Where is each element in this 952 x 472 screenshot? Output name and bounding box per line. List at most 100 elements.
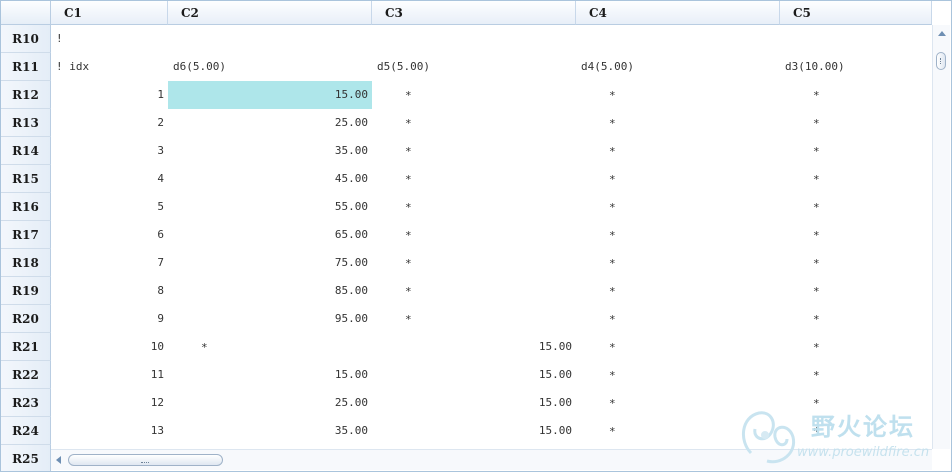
cell-r22-c4[interactable] <box>576 361 780 389</box>
cell-r12-c3[interactable] <box>372 81 576 109</box>
cell-r16-c1[interactable]: 5 <box>51 193 168 221</box>
cell-r24-c5[interactable] <box>780 417 932 445</box>
cell-r17-c4[interactable] <box>576 221 780 249</box>
cell-r11-c4[interactable]: d4(5.00) <box>576 53 780 81</box>
cell-r14-c4[interactable] <box>576 137 780 165</box>
row-header-r21[interactable]: R21 <box>1 333 51 361</box>
cell-r18-c5[interactable] <box>780 249 932 277</box>
cell-r13-c3[interactable] <box>372 109 576 137</box>
cell-r18-c4[interactable] <box>576 249 780 277</box>
cell-r21-c4[interactable] <box>576 333 780 361</box>
cell-r21-c5[interactable] <box>780 333 932 361</box>
cell-r10-c5[interactable] <box>780 25 932 53</box>
cell-r17-c5[interactable] <box>780 221 932 249</box>
row-header-r24[interactable]: R24 <box>1 417 51 445</box>
cell-r24-c2[interactable]: 35.00 <box>168 417 372 445</box>
cell-r22-c3[interactable]: 15.00 <box>372 361 576 389</box>
cell-r13-c1[interactable]: 2 <box>51 109 168 137</box>
cell-r16-c3[interactable] <box>372 193 576 221</box>
cell-r22-c5[interactable] <box>780 361 932 389</box>
cell-r12-c4[interactable] <box>576 81 780 109</box>
row-header-r22[interactable]: R22 <box>1 361 51 389</box>
cell-r12-c2[interactable]: 15.00 <box>168 81 372 109</box>
row-header-r16[interactable]: R16 <box>1 193 51 221</box>
cell-r16-c5[interactable] <box>780 193 932 221</box>
cell-r11-c5[interactable]: d3(10.00) <box>780 53 932 81</box>
cell-r13-c4[interactable] <box>576 109 780 137</box>
cell-r10-c4[interactable] <box>576 25 780 53</box>
vertical-scroll-thumb[interactable] <box>936 52 946 70</box>
horizontal-scroll-thumb[interactable] <box>68 454 223 466</box>
cell-r19-c4[interactable] <box>576 277 780 305</box>
cell-r22-c1[interactable]: 11 <box>51 361 168 389</box>
cell-r12-c1[interactable]: 1 <box>51 81 168 109</box>
scroll-up-arrow-icon[interactable] <box>938 31 946 36</box>
cell-r13-c5[interactable] <box>780 109 932 137</box>
row-header-r19[interactable]: R19 <box>1 277 51 305</box>
cell-r11-c3[interactable]: d5(5.00) <box>372 53 576 81</box>
cell-r20-c5[interactable] <box>780 305 932 333</box>
corner-cell[interactable] <box>1 1 51 25</box>
cell-r17-c2[interactable]: 65.00 <box>168 221 372 249</box>
cell-r11-c2[interactable]: d6(5.00) <box>168 53 372 81</box>
cell-r19-c5[interactable] <box>780 277 932 305</box>
column-header-c3[interactable]: C3 <box>372 1 576 25</box>
cell-r18-c2[interactable]: 75.00 <box>168 249 372 277</box>
cell-r19-c3[interactable] <box>372 277 576 305</box>
cell-r15-c1[interactable]: 4 <box>51 165 168 193</box>
cell-r17-c3[interactable] <box>372 221 576 249</box>
cell-r24-c4[interactable] <box>576 417 780 445</box>
horizontal-scrollbar[interactable] <box>51 449 932 470</box>
cell-r20-c4[interactable] <box>576 305 780 333</box>
cell-r14-c2[interactable]: 35.00 <box>168 137 372 165</box>
cell-r23-c2[interactable]: 25.00 <box>168 389 372 417</box>
column-header-c5[interactable]: C5 <box>780 1 932 25</box>
cell-r10-c2[interactable] <box>168 25 372 53</box>
cell-r20-c1[interactable]: 9 <box>51 305 168 333</box>
cell-r21-c3[interactable]: 15.00 <box>372 333 576 361</box>
cell-r11-c1[interactable]: ! idx <box>51 53 168 81</box>
scroll-left-arrow-icon[interactable] <box>56 456 61 464</box>
cell-r19-c1[interactable]: 8 <box>51 277 168 305</box>
cell-r24-c3[interactable]: 15.00 <box>372 417 576 445</box>
vertical-scrollbar[interactable] <box>932 25 950 449</box>
cell-r12-c5[interactable] <box>780 81 932 109</box>
cell-r20-c2[interactable]: 95.00 <box>168 305 372 333</box>
cell-r10-c3[interactable] <box>372 25 576 53</box>
cell-r22-c2[interactable]: 15.00 <box>168 361 372 389</box>
cell-r17-c1[interactable]: 6 <box>51 221 168 249</box>
row-header-r12[interactable]: R12 <box>1 81 51 109</box>
cell-r21-c1[interactable]: 10 <box>51 333 168 361</box>
column-header-c4[interactable]: C4 <box>576 1 780 25</box>
cell-r18-c3[interactable] <box>372 249 576 277</box>
cell-r13-c2[interactable]: 25.00 <box>168 109 372 137</box>
cell-r15-c5[interactable] <box>780 165 932 193</box>
cell-r14-c5[interactable] <box>780 137 932 165</box>
cell-r16-c4[interactable] <box>576 193 780 221</box>
row-header-r14[interactable]: R14 <box>1 137 51 165</box>
row-header-r11[interactable]: R11 <box>1 53 51 81</box>
cell-r21-c2[interactable] <box>168 333 372 361</box>
cell-r15-c2[interactable]: 45.00 <box>168 165 372 193</box>
row-header-r20[interactable]: R20 <box>1 305 51 333</box>
row-header-r25[interactable]: R25 <box>1 445 51 471</box>
cell-r24-c1[interactable]: 13 <box>51 417 168 445</box>
column-header-c2[interactable]: C2 <box>168 1 372 25</box>
cell-r23-c4[interactable] <box>576 389 780 417</box>
cell-r10-c1[interactable]: ! <box>51 25 168 53</box>
cell-r16-c2[interactable]: 55.00 <box>168 193 372 221</box>
cell-r23-c5[interactable] <box>780 389 932 417</box>
cell-r15-c4[interactable] <box>576 165 780 193</box>
cell-r23-c3[interactable]: 15.00 <box>372 389 576 417</box>
row-header-r17[interactable]: R17 <box>1 221 51 249</box>
row-header-r18[interactable]: R18 <box>1 249 51 277</box>
cell-r23-c1[interactable]: 12 <box>51 389 168 417</box>
cell-r14-c1[interactable]: 3 <box>51 137 168 165</box>
cell-r15-c3[interactable] <box>372 165 576 193</box>
row-header-r23[interactable]: R23 <box>1 389 51 417</box>
row-header-r10[interactable]: R10 <box>1 25 51 53</box>
cell-r18-c1[interactable]: 7 <box>51 249 168 277</box>
cell-r19-c2[interactable]: 85.00 <box>168 277 372 305</box>
cell-r20-c3[interactable] <box>372 305 576 333</box>
row-header-r13[interactable]: R13 <box>1 109 51 137</box>
